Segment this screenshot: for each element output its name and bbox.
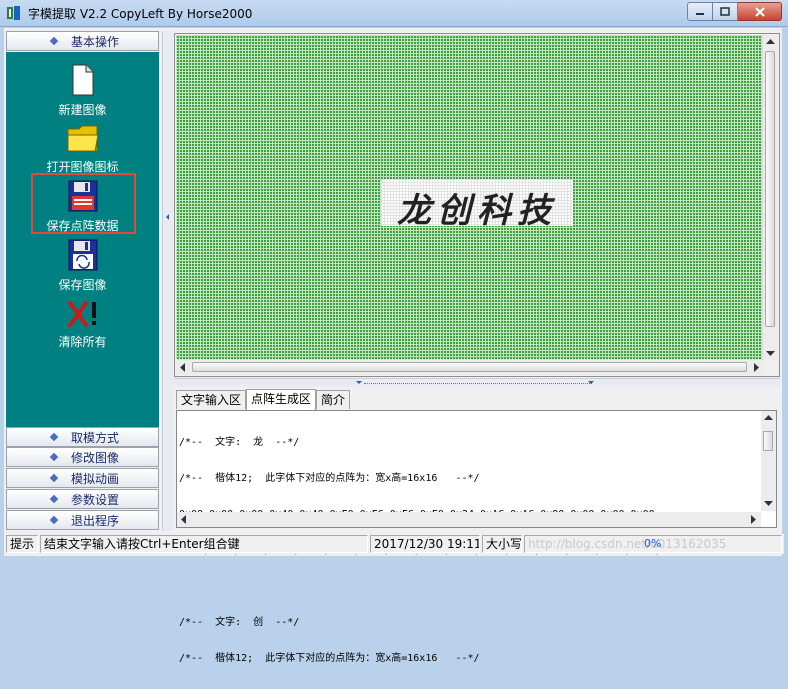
group-animation[interactable]: 模拟动画 bbox=[6, 468, 159, 488]
output-vertical-scrollbar[interactable] bbox=[761, 411, 776, 511]
split-arrow-icon[interactable] bbox=[356, 381, 362, 384]
app-icon bbox=[7, 6, 20, 20]
maximize-icon bbox=[720, 6, 730, 16]
output-line: /*-- 楷体12; 此字体下对应的点阵为：宽x高=16x16 --*/ bbox=[179, 653, 480, 664]
new-document-icon bbox=[72, 64, 93, 96]
vertical-scroll-thumb[interactable] bbox=[765, 51, 775, 327]
tool-area: 新建图像 打开图像图标 保存点阵数据 保存图像 清除所有 bbox=[6, 52, 159, 456]
highlight-box bbox=[31, 173, 136, 234]
left-toolbox: 基本操作 新建图像 打开图像图标 保存点阵数据 保存图像 清除所有 取模方式 修… bbox=[6, 31, 160, 531]
scroll-down-icon[interactable] bbox=[764, 501, 773, 507]
window-controls bbox=[687, 2, 782, 21]
diamond-icon bbox=[49, 36, 59, 46]
scroll-right-icon[interactable] bbox=[751, 515, 757, 524]
group-edit-image[interactable]: 修改图像 bbox=[6, 447, 159, 467]
glyph-preview: 龙创科技 bbox=[381, 179, 573, 231]
canvas-vertical-scrollbar[interactable] bbox=[762, 35, 778, 361]
maximize-button[interactable] bbox=[713, 2, 738, 21]
output-line: /*-- 文字: 龙 --*/ bbox=[179, 437, 300, 448]
tool-new-image[interactable]: 新建图像 bbox=[6, 64, 159, 118]
group-settings[interactable]: 参数设置 bbox=[6, 489, 159, 509]
diamond-icon bbox=[49, 432, 59, 442]
tool-label: 保存图像 bbox=[58, 278, 107, 292]
output-textarea[interactable]: /*-- 文字: 龙 --*/ /*-- 楷体12; 此字体下对应的点阵为：宽x… bbox=[176, 410, 777, 664]
tab-dot-matrix[interactable]: 点阵生成区 bbox=[246, 389, 317, 410]
glyph-text: 龙创科技 bbox=[397, 191, 557, 231]
vertical-splitter[interactable] bbox=[162, 31, 173, 531]
close-icon bbox=[754, 6, 765, 17]
tab-about[interactable]: 简介 bbox=[316, 390, 351, 409]
diamond-icon bbox=[49, 515, 59, 525]
group-label: 参数设置 bbox=[71, 492, 120, 507]
output-horizontal-scrollbar[interactable] bbox=[177, 512, 761, 527]
title-bar: 字模提取 V2.2 CopyLeft By Horse2000 bbox=[0, 0, 788, 27]
scroll-up-icon[interactable] bbox=[766, 39, 775, 45]
watermark-text: http://blog.csdn.net/u013162035 bbox=[528, 537, 727, 551]
status-caps: 大小写 bbox=[482, 535, 522, 553]
folder-icon bbox=[67, 125, 99, 152]
diamond-icon bbox=[49, 473, 59, 483]
output-tabs: 文字输入区 点阵生成区 简介 bbox=[176, 389, 351, 410]
group-font-mode[interactable]: 取模方式 bbox=[6, 427, 159, 447]
tool-label: 新建图像 bbox=[58, 103, 107, 117]
tool-label: 清除所有 bbox=[58, 335, 107, 349]
scroll-down-icon[interactable] bbox=[766, 351, 775, 357]
tab-text-input[interactable]: 文字输入区 bbox=[176, 390, 247, 409]
scroll-right-icon[interactable] bbox=[754, 363, 760, 372]
diamond-icon bbox=[49, 452, 59, 462]
pixel-grid[interactable]: 龙创科技 bbox=[176, 35, 764, 361]
status-hint-text: 结束文字输入请按Ctrl+Enter组合键 bbox=[40, 535, 368, 553]
floppy-save-image-icon bbox=[68, 239, 97, 271]
canvas-horizontal-scrollbar[interactable] bbox=[176, 359, 764, 375]
output-scroll-thumb[interactable] bbox=[763, 431, 773, 451]
dot-matrix-canvas: 龙创科技 bbox=[174, 33, 780, 377]
minimize-icon bbox=[696, 12, 704, 15]
split-arrow-icon[interactable] bbox=[588, 381, 594, 384]
status-hint-label: 提示 bbox=[6, 535, 38, 553]
diamond-icon bbox=[49, 494, 59, 504]
group-label: 基本操作 bbox=[71, 34, 120, 49]
clear-all-icon bbox=[67, 301, 96, 327]
group-label: 修改图像 bbox=[71, 450, 120, 465]
output-line: /*-- 楷体12; 此字体下对应的点阵为：宽x高=16x16 --*/ bbox=[179, 473, 480, 484]
horizontal-splitter[interactable] bbox=[174, 378, 780, 387]
tool-open-image[interactable]: 打开图像图标 bbox=[6, 123, 159, 175]
collapse-arrow-icon[interactable] bbox=[166, 214, 169, 220]
status-datetime: 2017/12/30 19:11:48 bbox=[370, 535, 480, 553]
scroll-left-icon[interactable] bbox=[180, 363, 186, 372]
tool-save-image[interactable]: 保存图像 bbox=[6, 239, 159, 293]
group-label: 取模方式 bbox=[71, 430, 120, 445]
group-basic-ops[interactable]: 基本操作 bbox=[6, 31, 159, 51]
group-label: 模拟动画 bbox=[71, 471, 120, 486]
scroll-left-icon[interactable] bbox=[181, 515, 187, 524]
scroll-up-icon[interactable] bbox=[764, 415, 773, 421]
tool-clear-all[interactable]: 清除所有 bbox=[6, 300, 159, 350]
output-line: /*-- 文字: 创 --*/ bbox=[179, 617, 300, 628]
splitter-grip bbox=[364, 383, 592, 384]
close-button[interactable] bbox=[738, 2, 782, 21]
window-title: 字模提取 V2.2 CopyLeft By Horse2000 bbox=[28, 7, 253, 21]
minimize-button[interactable] bbox=[687, 2, 713, 21]
status-percent: 0% bbox=[644, 537, 662, 550]
group-exit[interactable]: 退出程序 bbox=[6, 510, 159, 530]
horizontal-scroll-thumb[interactable] bbox=[192, 362, 747, 372]
group-label: 退出程序 bbox=[71, 513, 120, 528]
status-bar: 提示 结束文字输入请按Ctrl+Enter组合键 2017/12/30 19:1… bbox=[4, 534, 784, 554]
